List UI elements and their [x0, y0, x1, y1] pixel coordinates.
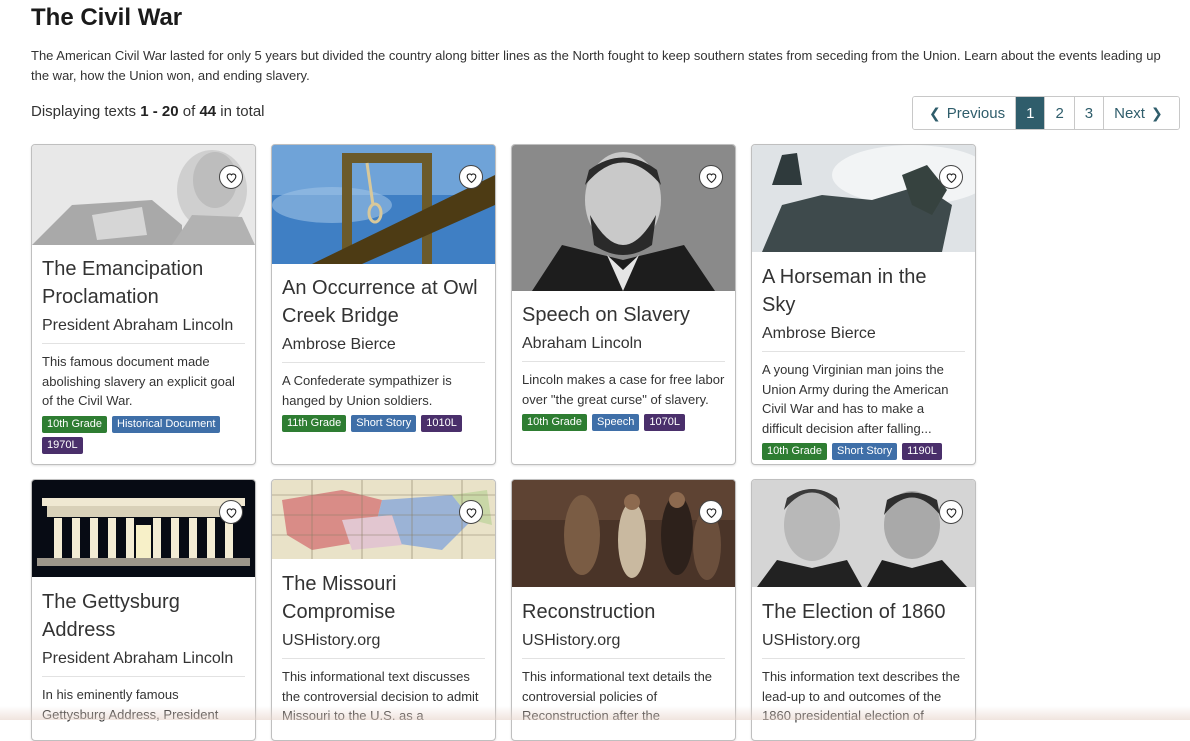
text-card[interactable]: The Emancipation Proclamation President …: [31, 144, 256, 465]
page-2-button[interactable]: 2: [1044, 97, 1074, 129]
text-card[interactable]: The Gettysburg Address President Abraham…: [31, 479, 256, 741]
card-summary: This famous document made abolishing sla…: [42, 354, 235, 408]
heart-icon: [466, 172, 476, 183]
card-title[interactable]: Reconstruction: [522, 598, 725, 626]
heart-icon: [466, 507, 476, 518]
genre-badge: Speech: [592, 414, 640, 431]
card-title[interactable]: The Gettysburg Address: [42, 588, 245, 644]
favorite-heart-button[interactable]: [699, 500, 723, 524]
card-image-lincoln-portrait: [512, 145, 735, 291]
favorite-heart-button[interactable]: [219, 500, 243, 524]
card-title[interactable]: A Horseman in the Sky: [762, 263, 965, 319]
chevron-right-icon: ❯: [1150, 104, 1163, 121]
count-suffix: in total: [220, 103, 265, 120]
card-image-reconstruction-painting: [512, 480, 735, 587]
card-author: President Abraham Lincoln: [42, 317, 245, 344]
card-tags: 10th Grade Short Story 1190L: [762, 443, 965, 460]
lexile-badge: 1970L: [42, 436, 83, 454]
card-summary: A Confederate sympathizer is hanged by U…: [282, 373, 452, 408]
card-title[interactable]: The Election of 1860: [762, 598, 965, 626]
card-title[interactable]: The Missouri Compromise: [282, 570, 485, 626]
card-image-gallows: [272, 145, 495, 264]
bottom-fade: [0, 706, 1190, 720]
count-range: 1 - 20: [140, 103, 179, 120]
next-label: Next: [1114, 104, 1145, 122]
favorite-heart-button[interactable]: [939, 165, 963, 189]
card-author: President Abraham Lincoln: [42, 650, 245, 677]
card-author: Ambrose Bierce: [762, 325, 965, 352]
heart-icon: [946, 172, 956, 183]
favorite-heart-button[interactable]: [939, 500, 963, 524]
card-author: USHistory.org: [762, 632, 965, 659]
page-title: The Civil War: [31, 4, 183, 31]
favorite-heart-button[interactable]: [459, 165, 483, 189]
genre-badge: Short Story: [351, 415, 417, 432]
heart-icon: [226, 172, 236, 183]
grade-badge: 11th Grade: [282, 415, 347, 432]
card-image-lincoln-douglas-portraits: [752, 480, 975, 587]
card-tags: 10th Grade Historical Document 1970L: [42, 415, 245, 454]
previous-label: Previous: [946, 104, 1006, 122]
card-author: Ambrose Bierce: [282, 336, 485, 363]
text-card[interactable]: Speech on Slavery Abraham Lincoln Lincol…: [511, 144, 736, 465]
card-author: USHistory.org: [522, 632, 725, 659]
next-page-button[interactable]: Next ❯: [1103, 97, 1179, 129]
grade-badge: 10th Grade: [522, 414, 588, 431]
heart-icon: [946, 507, 956, 518]
favorite-heart-button[interactable]: [219, 165, 243, 189]
count-prefix: Displaying texts: [31, 103, 137, 120]
lexile-badge: 1010L: [421, 415, 462, 432]
heart-icon: [706, 172, 716, 183]
count-of: of: [182, 103, 196, 120]
card-image-lincoln-memorial-statue: [32, 145, 255, 245]
card-image-equestrian-statue: [752, 145, 975, 252]
card-tags: 11th Grade Short Story 1010L: [282, 415, 485, 432]
card-summary: A young Virginian man joins the Union Ar…: [762, 362, 949, 436]
heart-icon: [706, 507, 716, 518]
previous-page-button[interactable]: ❮ Previous: [913, 97, 1016, 129]
heart-icon: [226, 507, 236, 518]
favorite-heart-button[interactable]: [699, 165, 723, 189]
chevron-left-icon: ❮: [929, 104, 941, 121]
card-author: USHistory.org: [282, 632, 485, 659]
results-count: Displaying texts 1 - 20 of 44 in total: [31, 103, 265, 120]
card-author: Abraham Lincoln: [522, 335, 725, 362]
lexile-badge: 1190L: [902, 443, 942, 460]
lexile-badge: 1070L: [644, 414, 685, 431]
card-tags: 10th Grade Speech 1070L: [522, 414, 725, 431]
favorite-heart-button[interactable]: [459, 500, 483, 524]
text-card[interactable]: The Missouri Compromise USHistory.org Th…: [271, 479, 496, 741]
page-3-button[interactable]: 3: [1073, 97, 1104, 129]
text-card[interactable]: The Election of 1860 USHistory.org This …: [751, 479, 976, 741]
text-card[interactable]: Reconstruction USHistory.org This inform…: [511, 479, 736, 741]
card-title[interactable]: The Emancipation Proclamation: [42, 255, 245, 311]
card-summary: Lincoln makes a case for free labor over…: [522, 372, 725, 407]
pagination: ❮ Previous 1 2 3 Next ❯: [912, 96, 1180, 130]
grade-badge: 10th Grade: [762, 443, 828, 460]
card-image-lincoln-memorial-night: [32, 480, 255, 577]
page-description: The American Civil War lasted for only 5…: [31, 48, 1161, 83]
text-card[interactable]: An Occurrence at Owl Creek Bridge Ambros…: [271, 144, 496, 465]
count-total: 44: [199, 103, 217, 120]
genre-badge: Historical Document: [112, 415, 221, 433]
page-1-button[interactable]: 1: [1015, 97, 1045, 129]
genre-badge: Short Story: [832, 443, 898, 460]
text-card[interactable]: A Horseman in the Sky Ambrose Bierce A y…: [751, 144, 976, 465]
card-title[interactable]: An Occurrence at Owl Creek Bridge: [282, 274, 485, 330]
grade-badge: 10th Grade: [42, 415, 108, 433]
card-title[interactable]: Speech on Slavery: [522, 301, 725, 329]
